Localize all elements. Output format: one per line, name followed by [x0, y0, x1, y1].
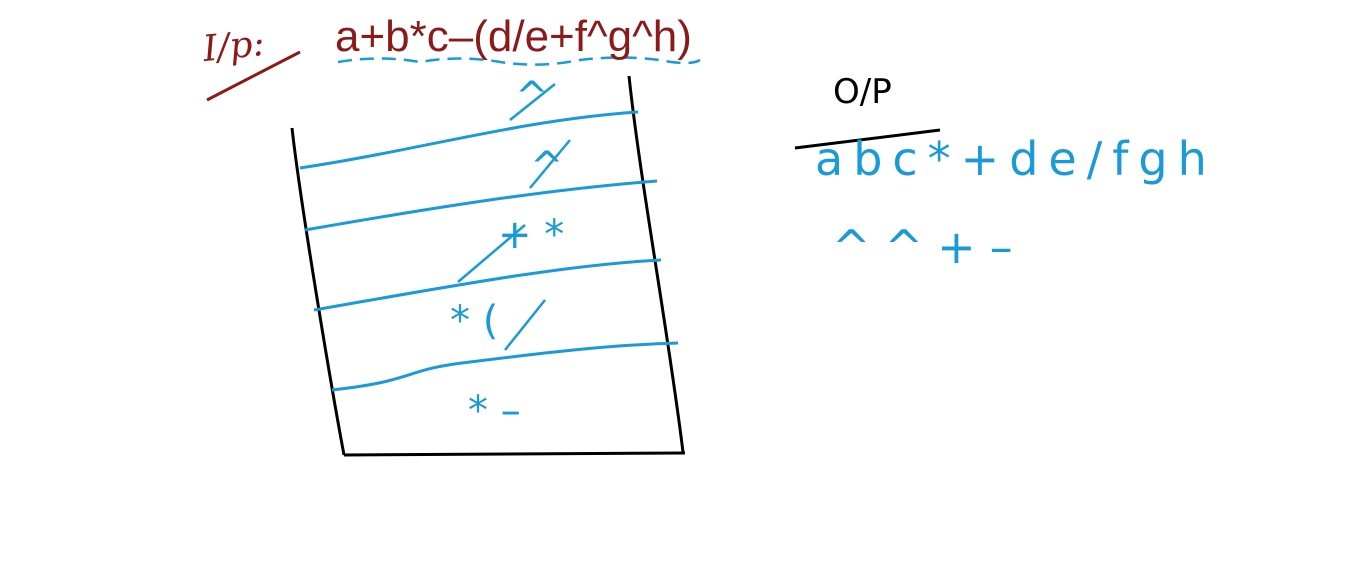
strike-mark-4: [504, 299, 546, 351]
stack-cell-4: * (: [450, 298, 499, 344]
stack-divider-1: [299, 110, 639, 170]
stack-cell-1: ^: [515, 74, 549, 120]
input-label: I/p:: [201, 22, 267, 71]
input-expression: a+b*c–(d/e+f^g^h): [335, 12, 692, 61]
stack-divider-2: [304, 179, 658, 232]
whiteboard-canvas: [206, 50, 941, 457]
output-line-1: abc*+de/fgh: [815, 132, 1217, 186]
stack-right-wall: [627, 75, 685, 453]
stack-left-wall: [290, 127, 346, 456]
stack-cell-3: + *: [498, 212, 565, 258]
output-line-2: ^^+–: [832, 220, 1027, 274]
stack-cell-5: * –: [468, 388, 521, 434]
stack-bottom: [343, 451, 686, 457]
stack-divider-4: [331, 341, 679, 392]
stack-cell-2: ^: [530, 144, 564, 190]
output-label: O/P: [833, 72, 892, 112]
